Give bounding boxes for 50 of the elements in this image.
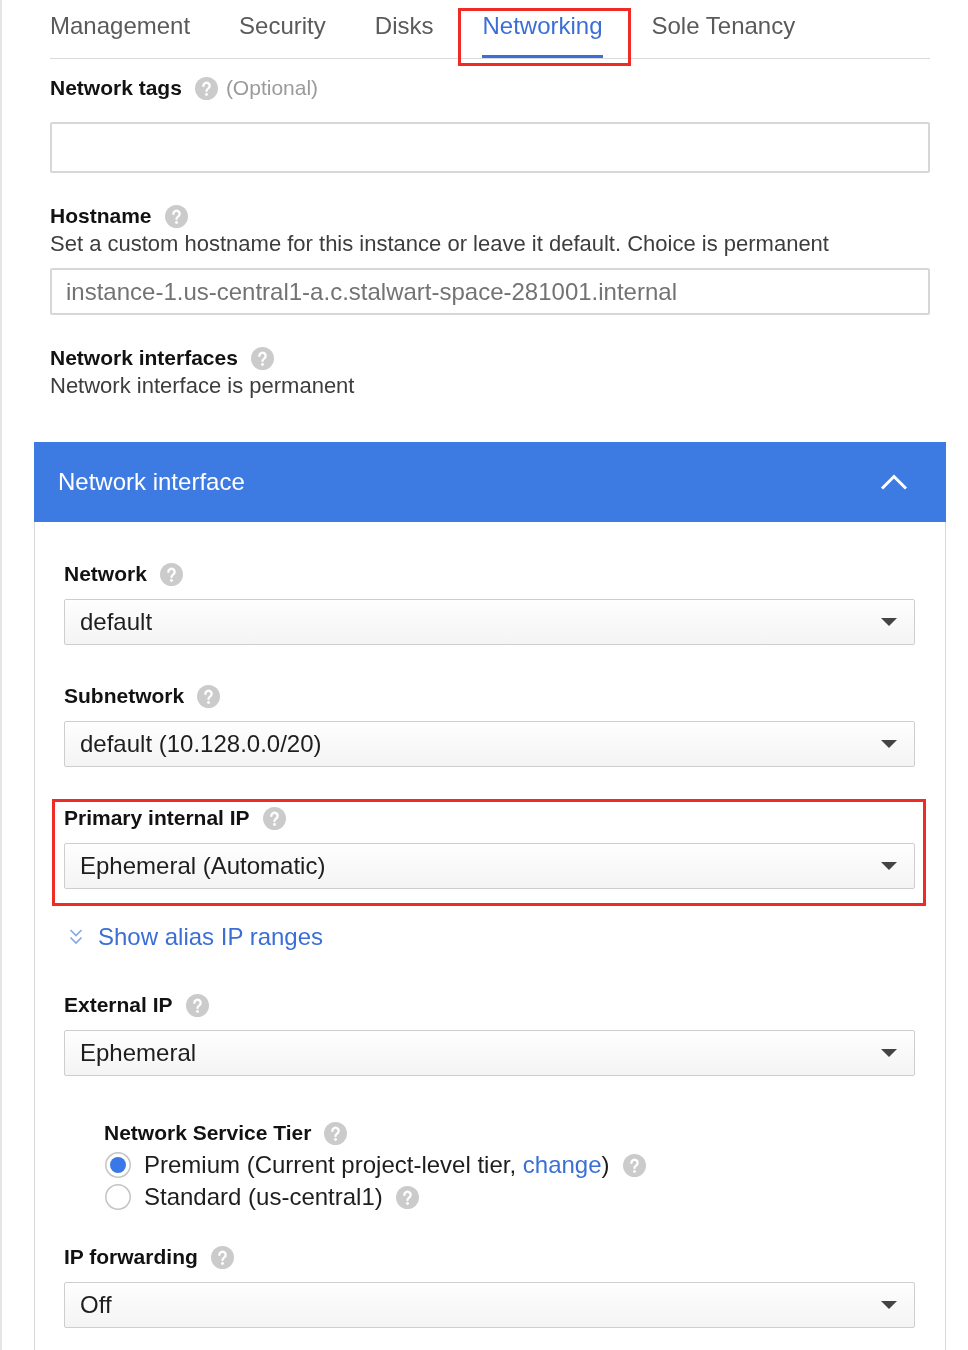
dropdown-select[interactable]: default (10.128.0.0/20): [64, 721, 915, 767]
help-icon[interactable]: [622, 1153, 646, 1177]
tab[interactable]: Disks: [374, 0, 434, 58]
dropdown-caret-icon: [881, 1049, 897, 1057]
radio-label: Standard (us-central1): [144, 1183, 383, 1211]
panel-header[interactable]: Network interface: [34, 442, 946, 522]
field-label: Subnetwork: [64, 684, 185, 708]
double-chevron-down-icon: [68, 928, 84, 946]
field-label: Network interfaces: [50, 346, 238, 370]
panel-title: Network interface: [58, 468, 245, 496]
help-icon[interactable]: [324, 1121, 348, 1145]
tab[interactable]: Security: [239, 0, 326, 58]
help-icon[interactable]: [250, 346, 274, 370]
change-link[interactable]: change: [522, 1151, 602, 1178]
field-label: Network: [64, 562, 147, 586]
field-label: Primary internal IP: [64, 806, 250, 830]
help-icon[interactable]: [197, 684, 221, 708]
dropdown-select[interactable]: Ephemeral (Automatic): [64, 843, 915, 889]
help-icon[interactable]: [210, 1245, 234, 1269]
tab[interactable]: Sole Tenancy: [651, 0, 796, 58]
text-input-field[interactable]: instance-1.us-central1-a.c.stalwart-space-281001.internal: [50, 268, 930, 315]
help-icon[interactable]: [395, 1185, 419, 1209]
optional-note: (Optional): [225, 76, 319, 100]
chevron-up-icon[interactable]: [880, 474, 908, 490]
dropdown-select[interactable]: default: [64, 599, 915, 645]
help-icon[interactable]: [159, 562, 183, 586]
radio-button[interactable]: [105, 1184, 131, 1210]
field-label: Network tags: [50, 76, 182, 100]
dropdown-caret-icon: [881, 740, 897, 748]
dropdown-select[interactable]: Off: [64, 1282, 915, 1328]
radio-label: Premium (Current project-level tier, change): [144, 1151, 610, 1179]
expand-link[interactable]: Show alias IP ranges: [68, 925, 324, 949]
dropdown-select[interactable]: Ephemeral: [64, 1030, 915, 1076]
tab[interactable]: Networking: [482, 0, 603, 58]
dropdown-caret-icon: [881, 1301, 897, 1309]
field-label: External IP: [64, 993, 173, 1017]
field-label: Hostname: [50, 204, 152, 228]
field-label: Network Service Tier: [104, 1121, 312, 1145]
help-icon[interactable]: [194, 76, 218, 100]
field-description: Network interface is permanent: [50, 374, 356, 398]
text-input-field[interactable]: [50, 122, 930, 173]
dropdown-caret-icon: [881, 618, 897, 626]
radio-button[interactable]: [105, 1152, 131, 1178]
help-icon[interactable]: [262, 806, 286, 830]
dropdown-caret-icon: [881, 862, 897, 870]
tab[interactable]: Management: [50, 0, 191, 58]
help-icon[interactable]: [185, 993, 209, 1017]
field-label: IP forwarding: [64, 1245, 198, 1269]
field-description: Set a custom hostname for this instance or leave it default. Choice is permanent: [50, 232, 830, 256]
help-icon[interactable]: [164, 204, 188, 228]
